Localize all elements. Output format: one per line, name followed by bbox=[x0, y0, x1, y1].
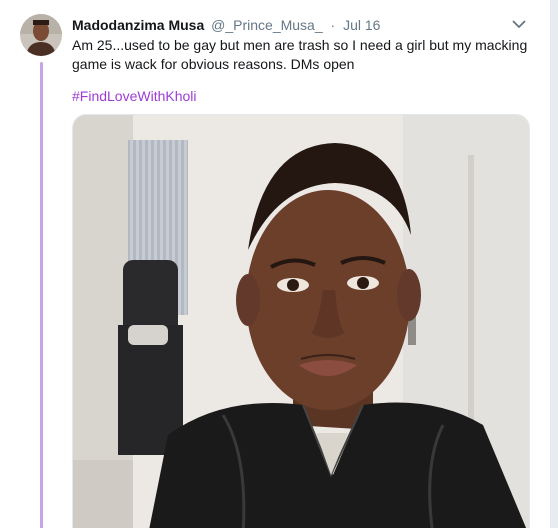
tweet-card[interactable]: Madodanzima Musa @_Prince_Musa_ · Jul 16… bbox=[0, 0, 551, 528]
tweet-header: Madodanzima Musa @_Prince_Musa_ · Jul 16 bbox=[72, 16, 380, 34]
tweet-date[interactable]: Jul 16 bbox=[343, 17, 380, 33]
separator-dot: · bbox=[330, 17, 336, 33]
hashtag-link[interactable]: #FindLoveWithKholi bbox=[72, 87, 197, 106]
tweet-text: Am 25...used to be gay but men are trash… bbox=[72, 37, 528, 72]
author-handle[interactable]: @_Prince_Musa_ bbox=[211, 17, 323, 33]
chevron-down-icon bbox=[512, 20, 526, 28]
author-name[interactable]: Madodanzima Musa bbox=[72, 17, 204, 33]
selfie-photo bbox=[73, 115, 529, 528]
tweet-menu-button[interactable] bbox=[503, 10, 535, 38]
thread-line bbox=[40, 62, 43, 528]
avatar[interactable] bbox=[20, 14, 62, 56]
tweet-photo[interactable] bbox=[72, 114, 530, 528]
